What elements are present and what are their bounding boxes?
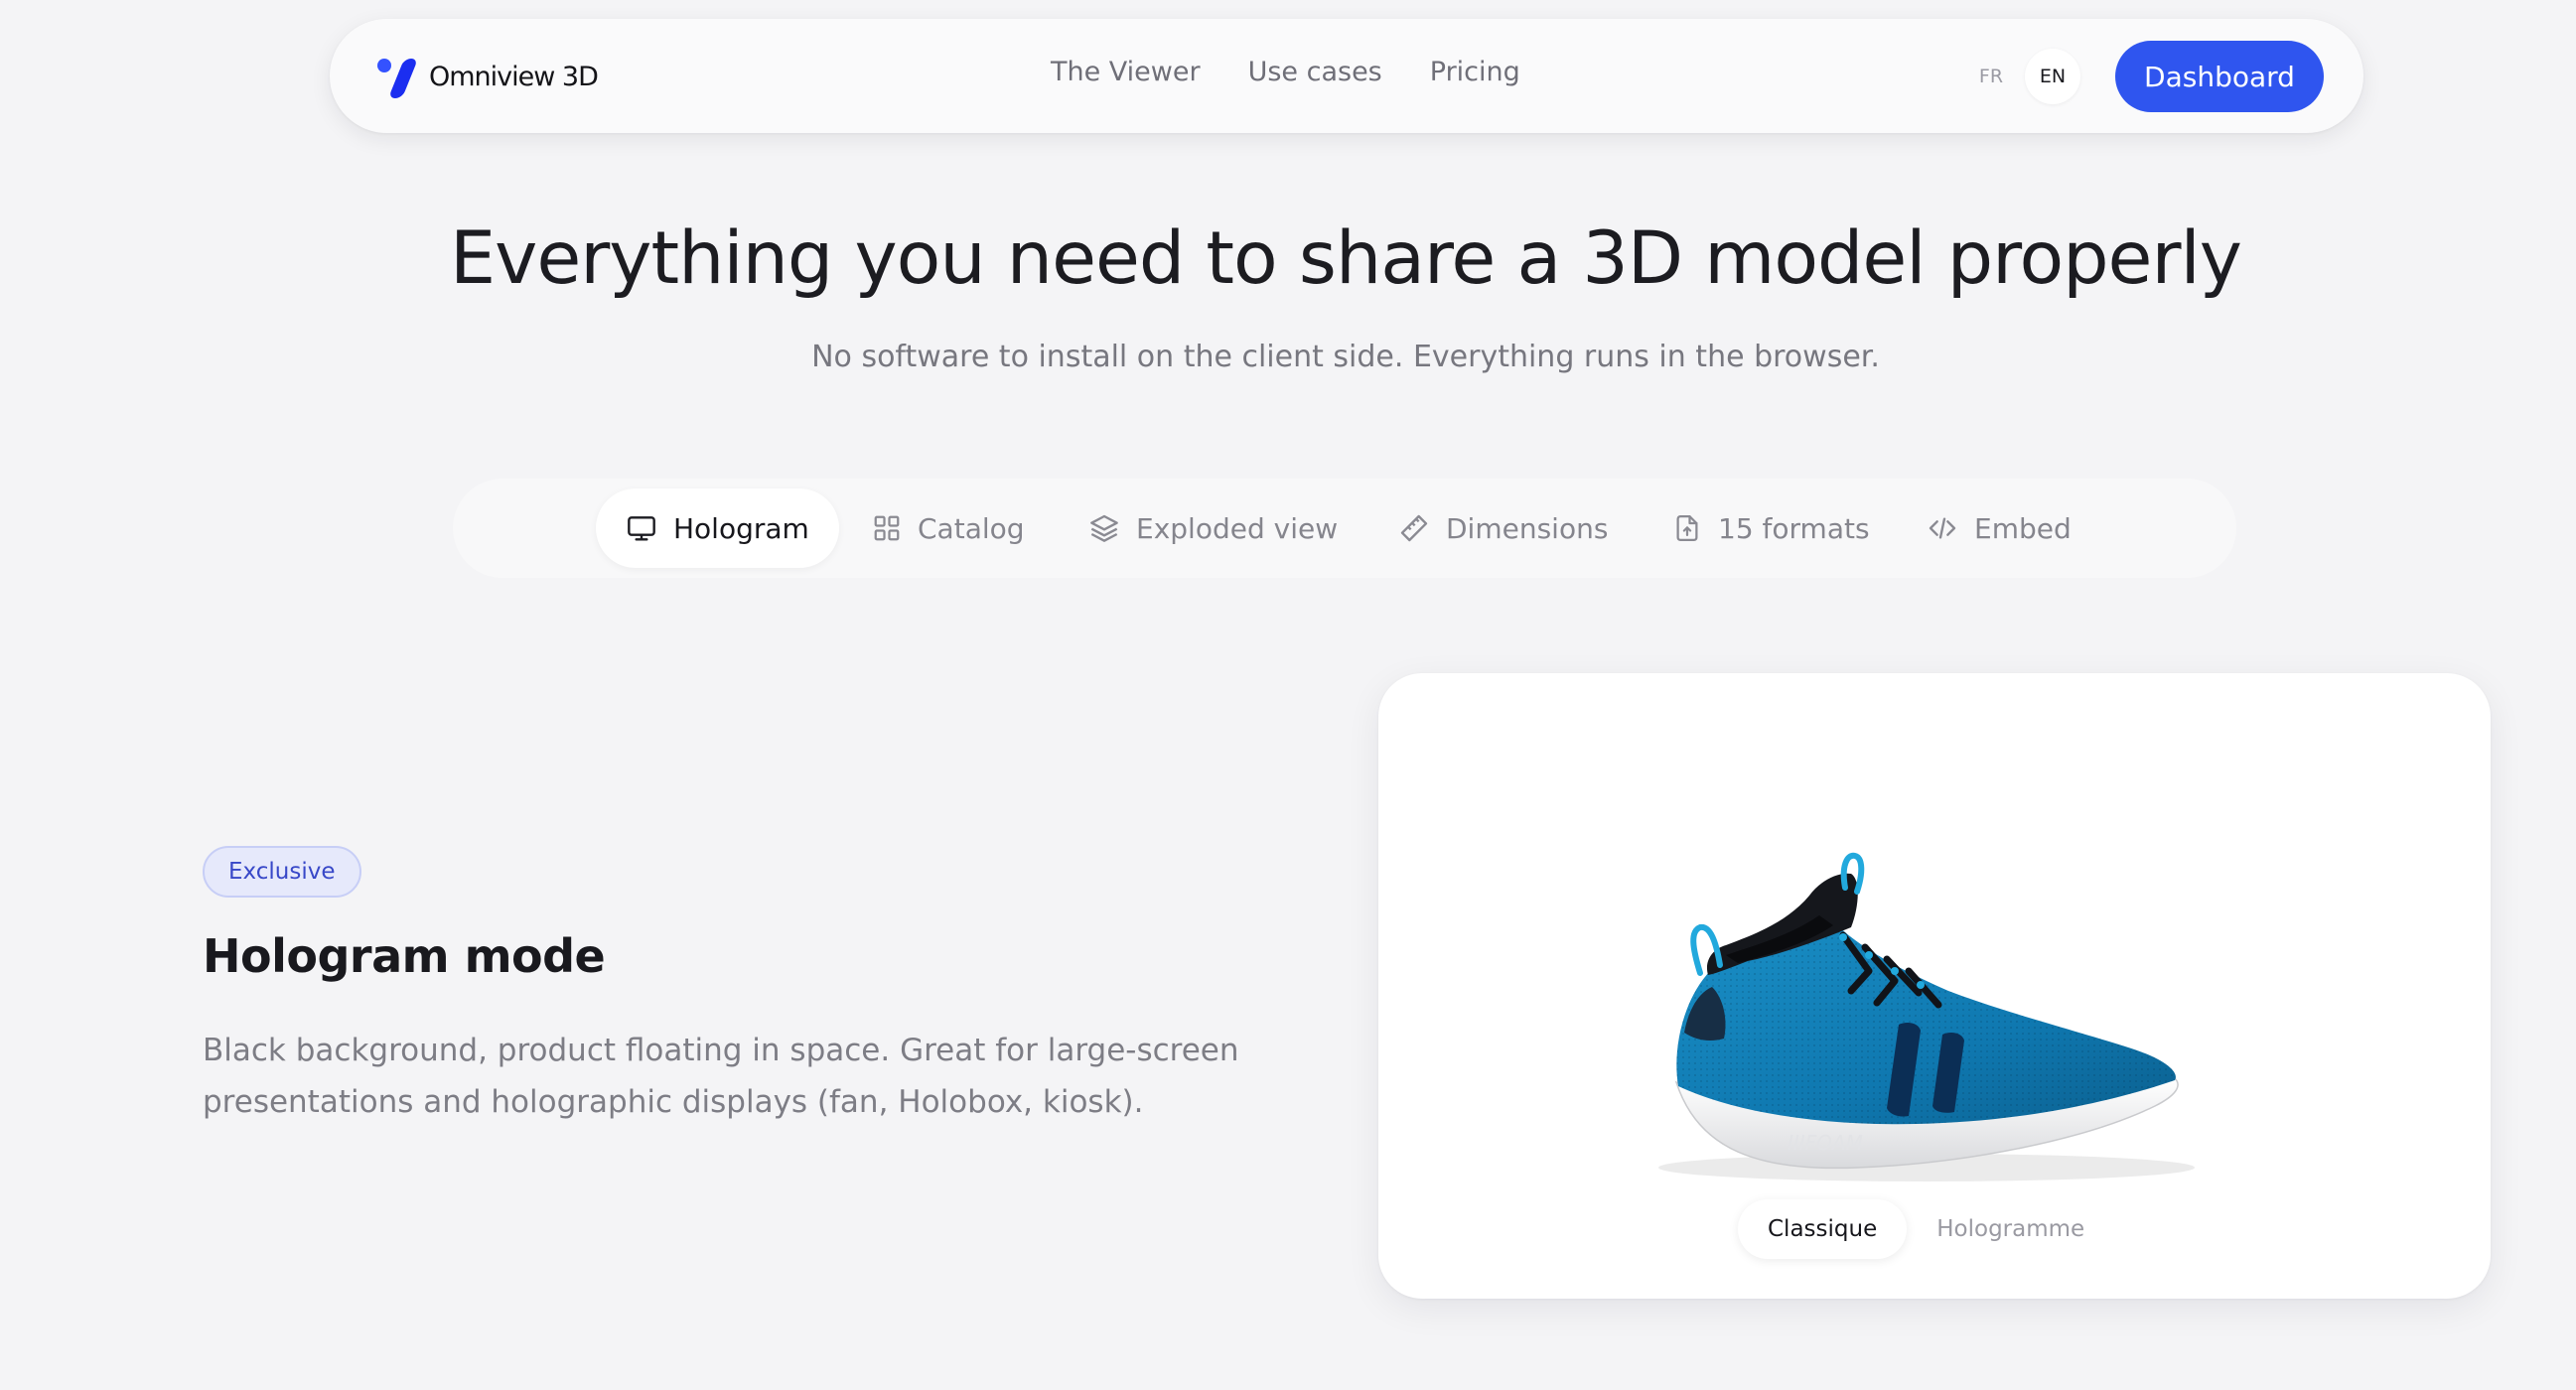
tab-hologram[interactable]: Hologram: [596, 488, 839, 568]
nav-link-pricing[interactable]: Pricing: [1430, 57, 1520, 87]
tab-catalog[interactable]: Catalog: [872, 488, 1025, 568]
tab-embed[interactable]: Embed: [1927, 488, 2072, 568]
tab-label: 15 formats: [1718, 511, 1870, 545]
hero-title: Everything you need to share a 3D model …: [450, 216, 2242, 301]
model-preview-card: IIIFOAM Classique Hologramme: [1378, 673, 2491, 1299]
feature-description: Black background, product floating in sp…: [203, 1033, 1239, 1120]
file-upload-icon: [1676, 515, 1698, 541]
view-mode-toggle: Classique Hologramme: [1738, 1199, 2114, 1259]
nav-link-use-cases[interactable]: Use cases: [1248, 57, 1382, 87]
mode-classique-button[interactable]: Classique: [1738, 1199, 1908, 1259]
tab-label: Dimensions: [1446, 511, 1609, 545]
language-switcher: FR EN: [1963, 49, 2080, 104]
logo-icon: [377, 56, 419, 98]
language-en-button[interactable]: EN: [2025, 49, 2080, 104]
tab-label: Catalog: [918, 511, 1025, 545]
language-fr-button[interactable]: FR: [1963, 49, 2019, 104]
feature-title: Hologram mode: [203, 929, 606, 983]
tab-label: Embed: [1974, 511, 2072, 545]
svg-text:IIIFOAM: IIIFOAM: [1788, 1131, 1863, 1155]
grid-icon: [874, 515, 900, 541]
feature-tabs: Hologram Catalog Exploded view Dimension…: [453, 479, 2236, 578]
nav-link-viewer[interactable]: The Viewer: [1051, 57, 1201, 87]
ruler-icon: [1400, 514, 1428, 542]
mode-hologramme-button[interactable]: Hologramme: [1907, 1199, 2114, 1259]
monitor-icon: [628, 516, 655, 541]
tab-dimensions[interactable]: Dimensions: [1398, 488, 1608, 568]
tab-label: Hologram: [673, 511, 809, 545]
brand-name: Omniview 3D: [429, 61, 599, 92]
top-navbar: Omniview 3D The Viewer Use cases Pricing…: [330, 19, 2363, 133]
dashboard-button[interactable]: Dashboard: [2115, 41, 2324, 112]
sneaker-model-image[interactable]: IIIFOAM: [1639, 852, 2215, 1189]
tab-formats[interactable]: 15 formats: [1672, 488, 1870, 568]
tab-exploded-view[interactable]: Exploded view: [1088, 488, 1338, 568]
hero-subtitle: No software to install on the client sid…: [811, 340, 1880, 374]
page: Omniview 3D The Viewer Use cases Pricing…: [0, 0, 2576, 1390]
brand-logo[interactable]: Omniview 3D: [377, 56, 599, 98]
nav-links: The Viewer Use cases Pricing: [1051, 57, 1520, 87]
code-icon: [1929, 517, 1956, 539]
exclusive-badge: Exclusive: [203, 846, 361, 898]
tab-label: Exploded view: [1136, 511, 1339, 545]
layers-icon: [1090, 514, 1118, 542]
